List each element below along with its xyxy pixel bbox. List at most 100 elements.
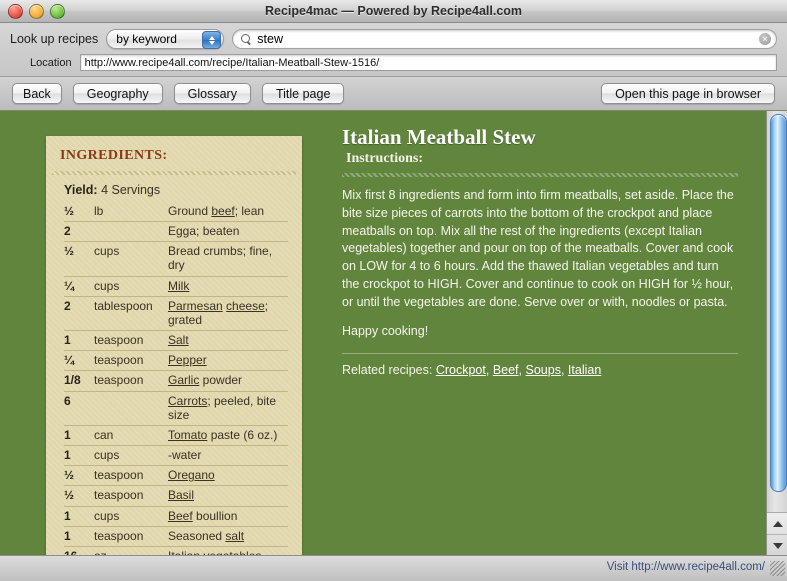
ingredient-link[interactable]: cheese	[226, 299, 265, 313]
back-button[interactable]: Back	[12, 83, 62, 104]
ingredient-unit	[94, 391, 168, 426]
ingredient-unit: teaspoon	[94, 370, 168, 392]
title-page-button[interactable]: Title page	[261, 83, 345, 104]
scroll-up-arrow-icon[interactable]	[767, 513, 787, 535]
resize-grip-icon[interactable]	[770, 561, 785, 576]
ingredient-name: Pepper	[168, 350, 288, 372]
ingredient-quantity: 1	[64, 425, 94, 447]
clear-search-icon[interactable]: ×	[759, 33, 771, 45]
ingredient-link[interactable]: Pepper	[168, 353, 207, 367]
ingredient-quantity: 1	[64, 526, 94, 547]
zoom-button-icon[interactable]	[50, 4, 65, 19]
ingredient-quantity: ½	[64, 241, 94, 277]
ingredient-quantity: 2	[64, 221, 94, 243]
ingredient-row: 1 teaspoon Seasoned salt	[64, 526, 288, 547]
related-label: Related recipes:	[342, 363, 433, 378]
window-title: Recipe4mac — Powered by Recipe4all.com	[264, 4, 523, 18]
recipe-title: Italian Meatball Stew	[342, 125, 536, 149]
ingredients-panel: INGREDIENTS: Yield: 4 Servings ½ lb Ground…	[46, 136, 302, 555]
location-input[interactable]: http://www.recipe4all.com/recipe/Italian…	[79, 54, 777, 71]
ingredient-row: 2 tablespoon Parmesan cheese; grated	[64, 296, 288, 332]
ingredient-name: Garlic powder	[168, 370, 288, 392]
ingredient-link[interactable]: Tomato	[168, 428, 207, 442]
location-label: Location	[30, 56, 72, 69]
ingredient-unit: teaspoon	[94, 485, 168, 507]
ingredient-row: ½ teaspoon Oregano	[64, 465, 288, 487]
search-label: Look up recipes	[10, 32, 99, 46]
window-controls	[8, 4, 65, 19]
ingredient-unit: cups	[94, 241, 168, 277]
ingredient-unit	[94, 221, 168, 243]
ingredient-row: ½ lb Ground beef; lean	[64, 202, 288, 223]
ingredient-link[interactable]: salt	[225, 529, 244, 543]
scrollable-content: INGREDIENTS: Yield: 4 Servings ½ lb Ground…	[0, 111, 766, 555]
yield-line: Yield: 4 Servings	[64, 183, 302, 197]
ingredient-row: 1 can Tomato paste (6 oz.)	[64, 425, 288, 447]
ingredient-quantity: 1	[64, 445, 94, 467]
related-recipe-link[interactable]: Crockpot	[436, 363, 486, 377]
ingredient-link[interactable]: Beef	[168, 509, 193, 523]
ingredient-link[interactable]: beef	[211, 204, 234, 218]
ingredient-name: Egga; beaten	[168, 221, 288, 243]
yield-value: 4 Servings	[101, 183, 161, 197]
ingredients-table-body: ½ lb Ground beef; lean 2 Egga; beaten ½ cups Br…	[64, 202, 288, 555]
ingredient-link[interactable]: Garlic	[168, 373, 199, 387]
related-recipe-link[interactable]: Beef	[493, 363, 519, 377]
instructions-text: Mix first 8 ingredients and form into fi…	[342, 188, 734, 309]
scrollbar-arrows	[767, 512, 787, 555]
ingredient-link[interactable]: Oregano	[168, 468, 215, 482]
ingredient-row: ½ teaspoon Basil	[64, 485, 288, 507]
ingredient-unit: can	[94, 425, 168, 447]
ingredient-name: Bread crumbs; fine, dry	[168, 241, 288, 277]
recipe-column: Italian Meatball Stew Instructions: Mix …	[330, 111, 766, 555]
ingredient-quantity: 16	[64, 546, 94, 555]
search-input[interactable]: stew ×	[232, 29, 777, 49]
close-button-icon[interactable]	[8, 4, 23, 19]
ingredient-link[interactable]: Basil	[168, 488, 194, 502]
ingredient-link[interactable]: Parmesan	[168, 299, 223, 313]
ingredient-name: Carrots; peeled, bite size	[168, 391, 288, 426]
ingredient-link[interactable]: Milk	[168, 279, 189, 293]
ingredient-quantity: ½	[64, 202, 94, 223]
search-input-value: stew	[257, 32, 283, 46]
ingredient-link[interactable]: Carrots	[168, 394, 207, 408]
app-window: Recipe4mac — Powered by Recipe4all.com L…	[0, 0, 787, 581]
ingredient-quantity: ½	[64, 465, 94, 487]
ingredient-quantity: 2	[64, 296, 94, 332]
chevron-updown-icon	[202, 31, 222, 49]
ingredient-unit: teaspoon	[94, 526, 168, 547]
search-row: Look up recipes by keyword stew ×	[10, 29, 777, 49]
ingredient-row: 1/8 teaspoon Garlic powder	[64, 370, 288, 392]
ingredient-name: Italian vegetables (frozen)	[168, 546, 288, 555]
ingredient-row: 1 cups -water	[64, 445, 288, 467]
scroll-down-arrow-icon[interactable]	[767, 535, 787, 555]
geography-button[interactable]: Geography	[72, 83, 163, 104]
ingredient-quantity: ½	[64, 485, 94, 507]
ingredient-unit: tablespoon	[94, 296, 168, 332]
vertical-scrollbar[interactable]	[766, 111, 787, 555]
ingredient-name: Beef boullion	[168, 506, 288, 527]
ingredient-unit: cups	[94, 276, 168, 297]
scrollbar-thumb[interactable]	[770, 114, 787, 492]
ingredient-quantity: ¼	[64, 350, 94, 372]
ingredient-name: Ground beef; lean	[168, 202, 288, 223]
search-icon	[241, 33, 252, 45]
ingredient-link[interactable]: Salt	[168, 333, 189, 347]
ingredient-unit: teaspoon	[94, 350, 168, 372]
ingredient-quantity: 1	[64, 506, 94, 527]
ingredient-name: Oregano	[168, 465, 288, 487]
related-divider	[342, 353, 738, 355]
glossary-button[interactable]: Glossary	[173, 83, 251, 104]
ingredient-row: ¼ cups Milk	[64, 276, 288, 297]
ingredient-name: -water	[168, 445, 288, 467]
recipe-content-area: INGREDIENTS: Yield: 4 Servings ½ lb Ground…	[0, 111, 787, 555]
ingredient-name: Seasoned salt	[168, 526, 288, 547]
status-text[interactable]: Visit http://www.recipe4all.com/	[607, 561, 765, 573]
ingredients-column: INGREDIENTS: Yield: 4 Servings ½ lb Ground…	[0, 111, 330, 555]
related-recipe-link[interactable]: Italian	[568, 363, 601, 377]
open-in-browser-button[interactable]: Open this page in browser	[601, 83, 775, 104]
minimize-button-icon[interactable]	[29, 4, 44, 19]
related-recipe-link[interactable]: Soups	[526, 363, 561, 377]
ingredient-row: 6 Carrots; peeled, bite size	[64, 391, 288, 426]
search-mode-dropdown[interactable]: by keyword	[106, 29, 225, 49]
